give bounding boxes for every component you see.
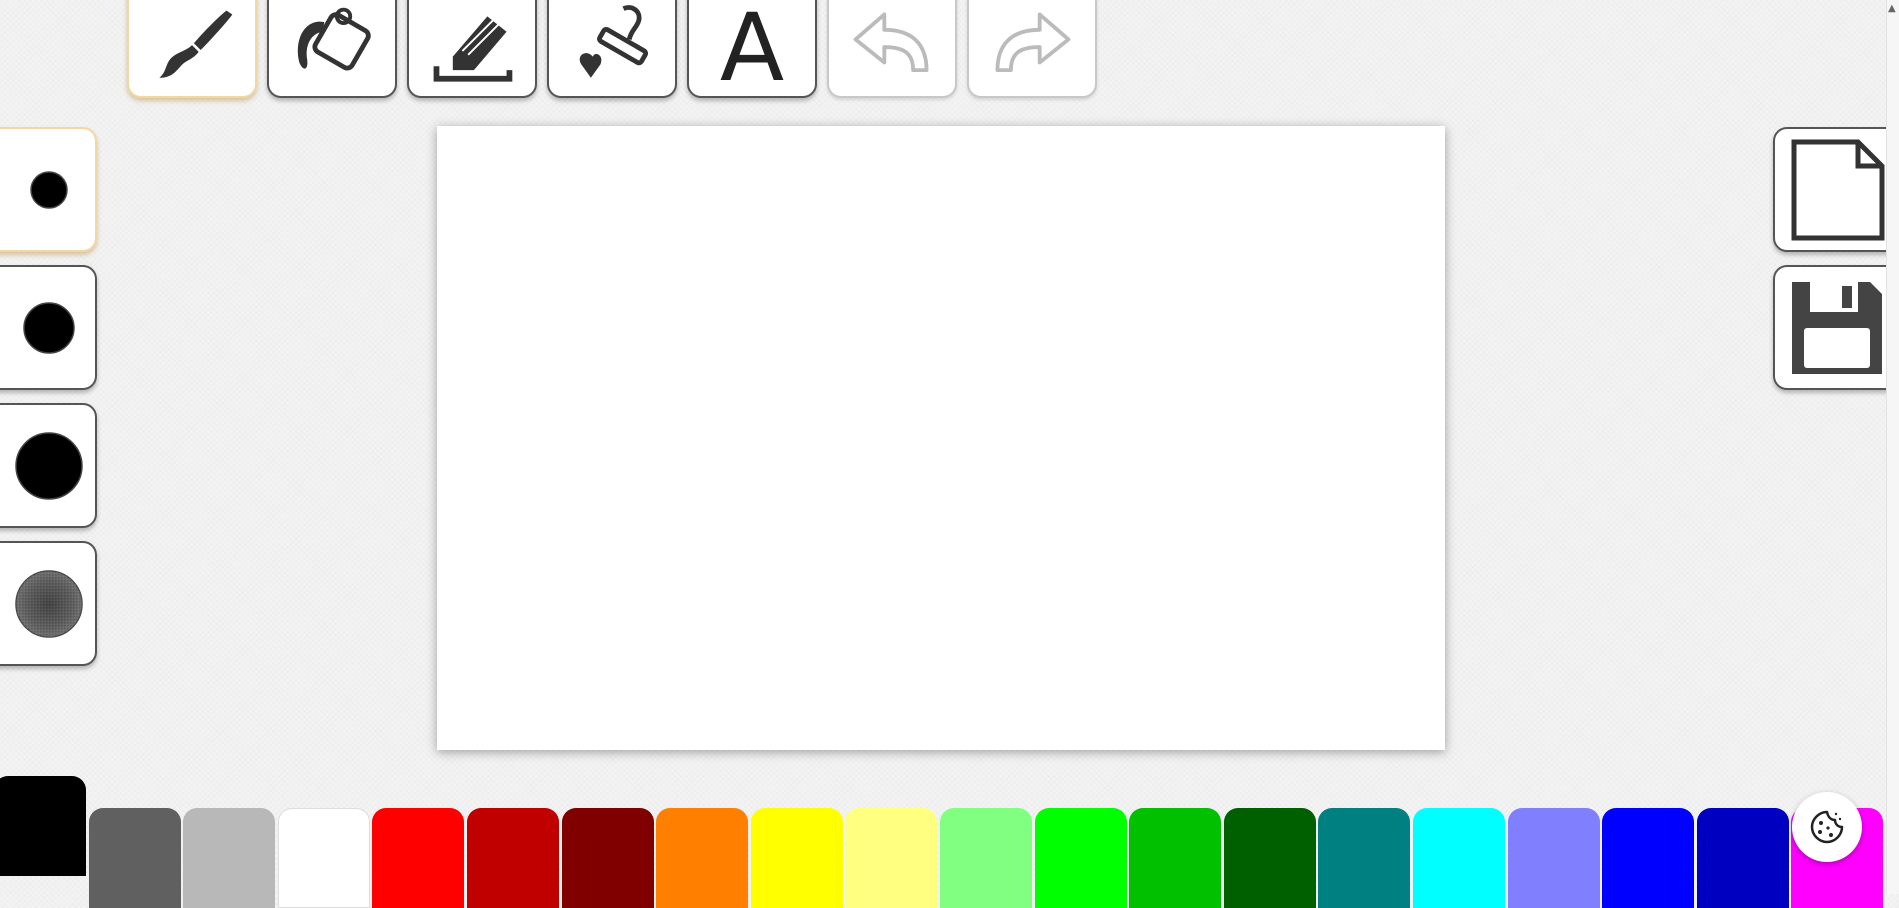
scroll-up-arrow-icon[interactable]: ▲ xyxy=(1888,4,1896,14)
color-swatch-ffff00[interactable] xyxy=(751,808,843,908)
vertical-scrollbar[interactable]: ▲ xyxy=(1886,0,1899,894)
color-swatch-00ff00[interactable] xyxy=(1035,808,1127,908)
spray-dot-icon xyxy=(14,569,83,638)
color-swatch-000000[interactable] xyxy=(0,776,86,876)
cookie-consent-icon xyxy=(1810,810,1844,844)
color-swatch-606060[interactable] xyxy=(89,808,181,908)
brush-size-medium[interactable] xyxy=(0,265,97,390)
color-swatch-ff8000[interactable] xyxy=(656,808,748,908)
drawing-canvas[interactable] xyxy=(437,126,1445,750)
text-tool-button[interactable]: A xyxy=(687,0,817,98)
stamp-icon xyxy=(579,5,649,78)
undo-button[interactable] xyxy=(827,0,957,98)
new-page-button[interactable] xyxy=(1773,127,1899,252)
color-swatch-80ff80[interactable] xyxy=(940,808,1032,908)
redo-arrow-icon xyxy=(995,12,1071,73)
color-swatch-8080ff[interactable] xyxy=(1508,808,1600,908)
brush-size-small[interactable] xyxy=(0,127,97,252)
cookie-settings-button[interactable] xyxy=(1792,792,1862,862)
color-swatch-800000[interactable] xyxy=(562,808,654,908)
stamp-tool-button[interactable] xyxy=(547,0,677,98)
color-swatch-0000c0[interactable] xyxy=(1697,808,1789,908)
floppy-disk-icon xyxy=(1792,281,1882,374)
color-swatch-ffffff[interactable] xyxy=(278,808,370,908)
small-dot-icon xyxy=(29,170,68,209)
paint-bucket-icon xyxy=(297,7,371,71)
save-button[interactable] xyxy=(1773,265,1899,390)
text-tool-icon: A xyxy=(719,0,785,103)
color-swatch-008080[interactable] xyxy=(1318,808,1410,908)
brush-size-spray[interactable] xyxy=(0,541,97,666)
eraser-icon xyxy=(433,16,513,82)
fill-tool-button[interactable] xyxy=(267,0,397,98)
color-swatch-0000ff[interactable] xyxy=(1602,808,1694,908)
new-page-icon xyxy=(1791,139,1885,240)
large-dot-icon xyxy=(14,431,83,500)
color-swatch-006000[interactable] xyxy=(1224,808,1316,908)
brush-tool-button[interactable] xyxy=(127,0,257,98)
color-swatch-ff0000[interactable] xyxy=(372,808,464,908)
brush-size-large[interactable] xyxy=(0,403,97,528)
redo-button[interactable] xyxy=(967,0,1097,98)
undo-arrow-icon xyxy=(853,12,929,73)
paintbrush-icon xyxy=(159,10,233,78)
color-swatch-ffff80[interactable] xyxy=(845,808,937,908)
color-swatch-00ffff[interactable] xyxy=(1413,808,1505,908)
color-swatch-b8b8b8[interactable] xyxy=(183,808,275,908)
eraser-tool-button[interactable] xyxy=(407,0,537,98)
medium-dot-icon xyxy=(22,301,75,354)
color-swatch-00c000[interactable] xyxy=(1129,808,1221,908)
color-swatch-c00000[interactable] xyxy=(467,808,559,908)
